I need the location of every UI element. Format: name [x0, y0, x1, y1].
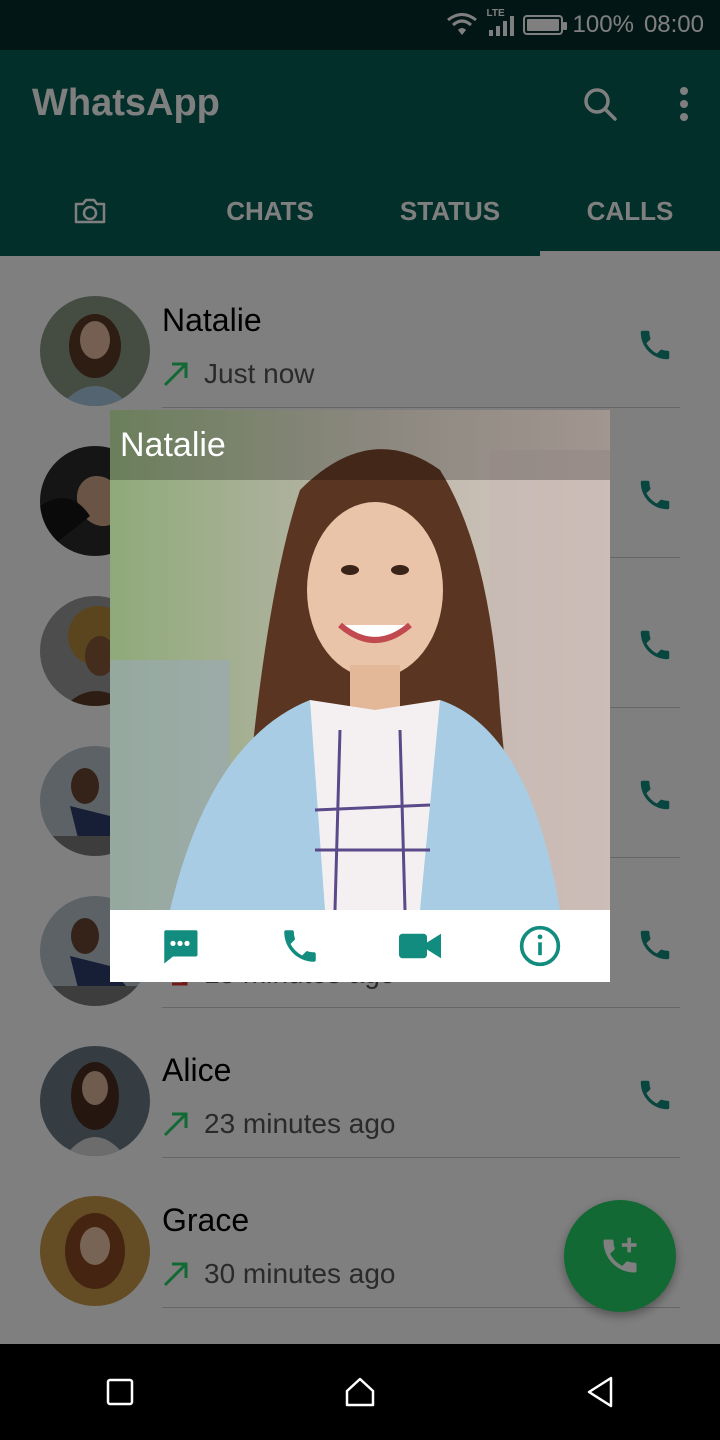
back-icon — [587, 1376, 613, 1408]
profile-photo[interactable] — [110, 410, 610, 910]
voice-call-button[interactable] — [268, 914, 332, 978]
profile-photo-image — [110, 410, 610, 910]
popup-name-bar: Natalie — [110, 410, 610, 480]
recents-icon — [106, 1378, 134, 1406]
home-button[interactable] — [330, 1362, 390, 1422]
back-button[interactable] — [570, 1362, 630, 1422]
message-icon — [164, 930, 198, 964]
message-button[interactable] — [148, 914, 212, 978]
phone-icon — [284, 930, 316, 962]
popup-contact-name: Natalie — [120, 426, 226, 464]
home-icon — [345, 1377, 375, 1407]
profile-popup: Natalie — [110, 410, 610, 982]
info-icon — [519, 925, 561, 967]
scrim-top[interactable] — [0, 0, 720, 256]
video-call-button[interactable] — [388, 914, 452, 978]
videocam-icon — [399, 933, 441, 959]
navigation-bar — [0, 1344, 720, 1440]
popup-actions — [110, 910, 610, 982]
recents-button[interactable] — [90, 1362, 150, 1422]
info-button[interactable] — [508, 914, 572, 978]
